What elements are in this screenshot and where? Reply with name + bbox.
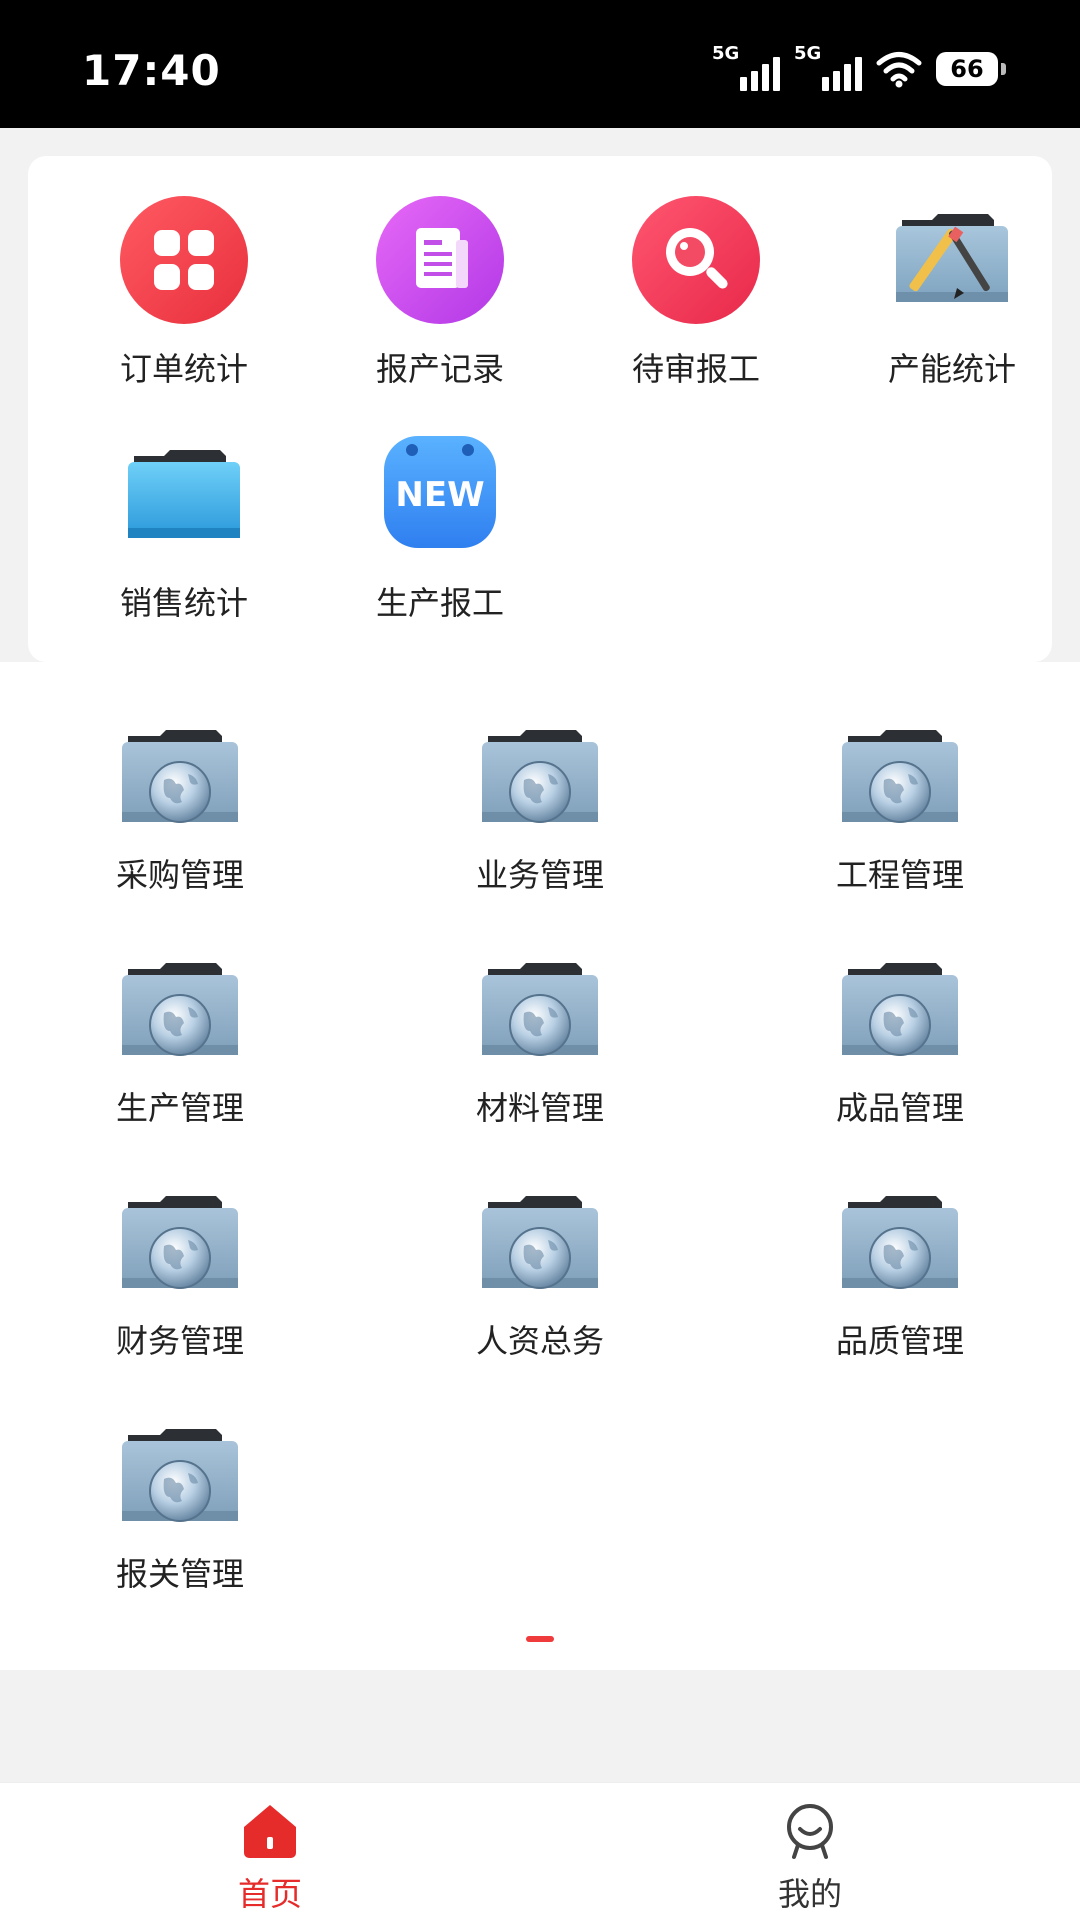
signal-icon: 5G bbox=[794, 43, 862, 91]
module-customs[interactable]: 报关管理 bbox=[0, 1361, 360, 1593]
module-label: 生产管理 bbox=[115, 1089, 244, 1127]
module-materials[interactable]: 材料管理 bbox=[360, 895, 720, 1127]
new-badge-text: NEW bbox=[395, 475, 484, 515]
globe-folder-icon bbox=[122, 1429, 238, 1522]
globe-folder-icon bbox=[122, 963, 238, 1056]
page-indicator bbox=[526, 1636, 554, 1642]
globe-folder-icon bbox=[122, 1196, 238, 1289]
module-label: 采购管理 bbox=[115, 856, 244, 894]
module-label: 业务管理 bbox=[475, 856, 604, 894]
module-label: 品质管理 bbox=[835, 1322, 964, 1360]
status-icons: 5G 5G 66 bbox=[712, 43, 1006, 92]
globe-folder-icon bbox=[122, 730, 238, 823]
shortcut-label: 产能统计 bbox=[887, 350, 1016, 388]
module-label: 财务管理 bbox=[115, 1322, 244, 1360]
globe-folder-icon bbox=[842, 1196, 958, 1289]
document-icon bbox=[376, 196, 504, 324]
module-production[interactable]: 生产管理 bbox=[0, 895, 360, 1127]
battery-icon: 66 bbox=[936, 52, 1006, 86]
shortcut-label: 销售统计 bbox=[119, 584, 248, 622]
tab-profile[interactable]: 我的 bbox=[540, 1783, 1080, 1921]
shortcut-card: 订单统计 报产记录 待审报工 产能统计 销售统计 NEW 生产报工 bbox=[28, 156, 1052, 662]
search-icon bbox=[632, 196, 760, 324]
new-badge-icon: NEW bbox=[384, 436, 496, 548]
globe-folder-icon bbox=[842, 963, 958, 1056]
shortcut-label: 订单统计 bbox=[119, 350, 248, 388]
signal-label: 5G bbox=[712, 43, 740, 64]
profile-icon bbox=[787, 1804, 833, 1859]
blue-folder-icon bbox=[128, 450, 240, 538]
status-bar: 17:40 5G 5G 66 bbox=[0, 0, 1080, 128]
module-grid: 采购管理 业务管理 工程管理 生产管理 材料管理 成品管理 财务管理 人资总务 … bbox=[0, 662, 1080, 1670]
grid-apps-icon bbox=[120, 196, 248, 324]
module-purchase[interactable]: 采购管理 bbox=[0, 662, 360, 894]
home-icon bbox=[244, 1805, 296, 1858]
globe-folder-icon bbox=[482, 963, 598, 1056]
status-time: 17:40 bbox=[82, 46, 221, 95]
globe-folder-icon bbox=[842, 730, 958, 823]
shortcut-label: 报产记录 bbox=[375, 350, 504, 388]
wifi-icon bbox=[876, 52, 922, 88]
module-hr-admin[interactable]: 人资总务 bbox=[360, 1128, 720, 1360]
tab-label: 首页 bbox=[237, 1875, 302, 1913]
globe-folder-icon bbox=[482, 1196, 598, 1289]
bottom-tab-bar: 首页 我的 bbox=[0, 1782, 1080, 1921]
battery-level: 66 bbox=[950, 55, 984, 83]
shortcut-label: 生产报工 bbox=[375, 584, 504, 622]
module-label: 人资总务 bbox=[475, 1322, 604, 1360]
tab-home[interactable]: 首页 bbox=[0, 1783, 540, 1921]
module-label: 成品管理 bbox=[835, 1089, 964, 1127]
globe-folder-icon bbox=[482, 730, 598, 823]
module-label: 工程管理 bbox=[835, 856, 964, 894]
shortcut-label: 待审报工 bbox=[631, 350, 760, 388]
module-label: 报关管理 bbox=[115, 1555, 244, 1593]
module-business[interactable]: 业务管理 bbox=[360, 662, 720, 894]
module-engineering[interactable]: 工程管理 bbox=[720, 662, 1080, 894]
module-quality[interactable]: 品质管理 bbox=[720, 1128, 1080, 1360]
module-finished-goods[interactable]: 成品管理 bbox=[720, 895, 1080, 1127]
module-label: 材料管理 bbox=[475, 1089, 604, 1127]
tools-folder-icon bbox=[896, 214, 1008, 302]
signal-label: 5G bbox=[794, 43, 822, 64]
tab-label: 我的 bbox=[777, 1875, 842, 1913]
signal-icon: 5G bbox=[712, 43, 780, 91]
module-finance[interactable]: 财务管理 bbox=[0, 1128, 360, 1360]
